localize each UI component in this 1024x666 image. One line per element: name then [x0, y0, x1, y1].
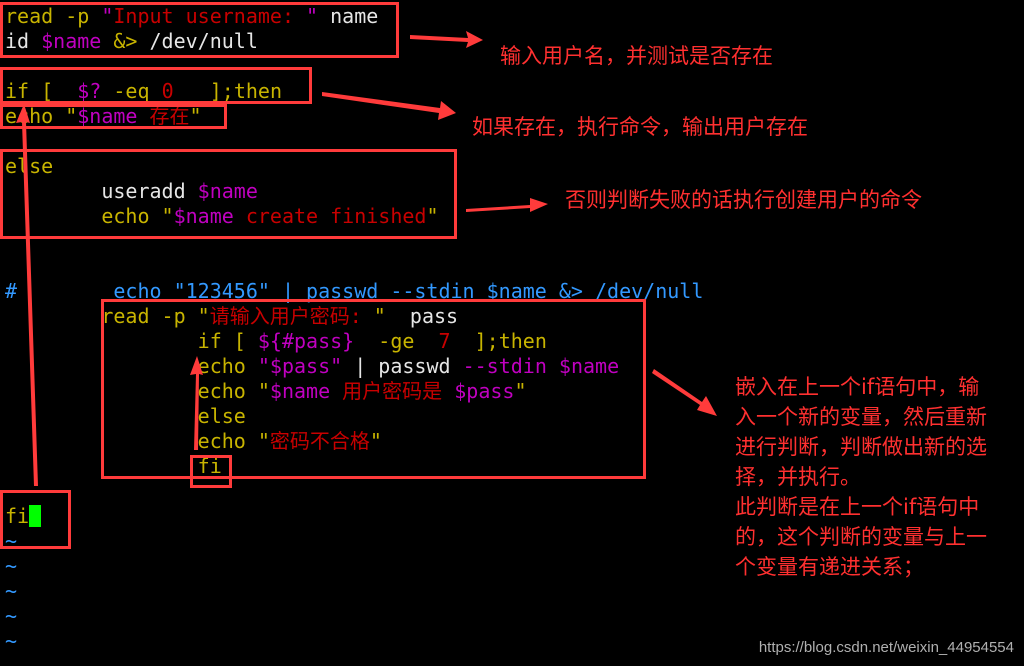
annotation-line: 入一个新的变量，然后重新 — [735, 405, 987, 429]
arrow-icon — [466, 198, 548, 212]
annotation-line: 择，并执行。 — [735, 465, 861, 489]
annotation-line: 个变量有递进关系； — [735, 555, 924, 579]
arrow-icon — [410, 31, 483, 48]
annotation-line: 此判断是在上一个if语句中 — [735, 495, 980, 519]
annotation-else-create: 否则判断失败的话执行创建用户的命令 — [565, 188, 922, 212]
arrow-icon — [16, 104, 38, 486]
annotation-read-username: 输入用户名，并测试是否存在 — [500, 44, 773, 68]
annotation-line: 的，这个判断的变量与上一 — [735, 525, 987, 549]
arrow-icon — [322, 92, 456, 120]
annotation-line: 进行判断，判断做出新的选 — [735, 435, 987, 459]
arrow-icon — [190, 356, 203, 450]
watermark: https://blog.csdn.net/weixin_44954554 — [758, 639, 1014, 656]
arrow-icon — [652, 369, 717, 416]
annotation-if-exists: 如果存在，执行命令，输出用户存在 — [472, 115, 808, 139]
annotation-nested-if: 嵌入在上一个if语句中，输 入一个新的变量，然后重新 进行判断，判断做出新的选 择，并… — [735, 372, 987, 582]
annotation-line: 嵌入在上一个if语句中，输 — [735, 375, 980, 399]
